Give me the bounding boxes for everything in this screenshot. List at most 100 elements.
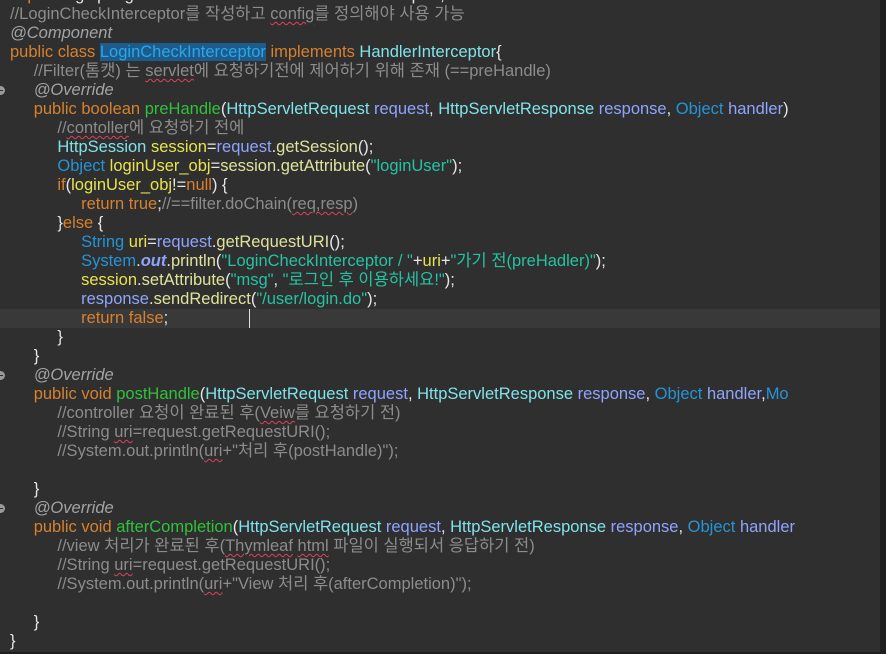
code-editor[interactable]: import org.springframework.web.servlet.H… [0,0,880,652]
code-token: @Override [33,366,114,384]
code-text: public boolean preHandle(HttpServletRequ… [34,100,794,119]
code-line[interactable]: response.sendRedirect("/user/login.do"); [0,290,880,309]
code-text: } [57,328,63,347]
code-token: , [678,518,688,536]
code-text: //String uri=request.getRequestURI(); [57,556,330,575]
code-token: HttpServletRequest [226,100,374,118]
code-token: getSession [276,138,358,156]
code-line[interactable]: public void afterCompletion(HttpServletR… [0,518,880,537]
code-line[interactable]: HttpSession session=request.getSession()… [0,138,880,157]
code-token: postHandle [116,385,200,403]
code-token: ) { [211,176,228,194]
code-token: { [496,43,502,61]
code-lines: import org.springframework.web.servlet.H… [0,0,880,651]
code-text: HttpSession session=request.getSession()… [57,138,373,157]
code-token: @Override [33,81,114,99]
code-line[interactable]: } [0,480,880,499]
code-token: ); [452,157,463,175]
code-token: } [57,328,63,346]
code-token: +"처리 후(postHandle)"); [222,442,399,460]
code-line[interactable]: }else { [0,214,880,233]
code-line[interactable]: //String uri=request.getRequestURI(); [0,556,880,575]
code-token: (); [357,138,374,156]
code-token: request [156,233,212,251]
code-line[interactable]: @Override [0,366,880,385]
code-token: //System.out.println( [57,442,205,460]
code-token: } [33,347,40,365]
code-token: import [10,0,60,4]
code-line[interactable]: //System.out.println(uri+"처리 후(postHandl… [0,442,880,461]
code-token: 에 요청하기 전에 [128,119,245,137]
fold-collapse-icon[interactable] [0,504,5,513]
code-token: return true [81,195,158,213]
code-line[interactable]: //LoginCheckInterceptor를 작성하고 config를 정의… [0,5,880,24]
code-line[interactable]: //controller 요청이 완료된 후(Veiw를 요청하기 전) [0,404,880,423]
code-line[interactable]: } [0,613,880,632]
code-text: Object loginUser_obj=session.getAttribut… [57,157,462,176]
code-token: public class [10,43,100,61]
code-token: response [81,290,149,308]
code-token: , [429,100,439,118]
code-text: } [10,632,16,651]
code-line[interactable]: //view 처리가 완료된 후(Thymleaf html 파일이 실행되서 … [0,537,880,556]
code-line[interactable]: @Override [0,81,880,100]
code-token: , [440,518,451,536]
code-token: setAttribute [141,271,226,289]
code-line[interactable]: public class LoginCheckInterceptor imple… [0,43,880,62]
code-text: return false; [81,309,168,328]
code-line[interactable]: System.out.println("LoginCheckIntercepto… [0,252,880,271]
code-token: Mo [765,385,789,403]
code-text: String uri=request.getRequestURI(); [81,233,345,252]
code-line[interactable]: return true;//==filter.doChain(req,resp) [0,195,880,214]
code-token: = [147,233,157,251]
code-token: //controller 요청이 완료된 후( [57,404,260,422]
code-token: handler [739,518,795,536]
code-token: + [412,252,423,270]
code-line[interactable]: //System.out.println(uri+"View 처리 후(afte… [0,575,880,594]
code-token: ) [352,195,359,213]
code-token: ); [595,252,606,270]
code-line[interactable]: String uri=request.getRequestURI(); [0,233,880,252]
code-token: //System.out.println( [57,575,205,593]
code-token: sendRedirect [153,290,251,308]
code-line[interactable]: //contoller에 요청하기 전에 [0,119,880,138]
code-line[interactable]: public boolean preHandle(HttpServletRequ… [0,100,880,119]
code-token: config [270,5,315,23]
code-line[interactable]: } [0,632,880,651]
code-line[interactable]: } [0,347,880,366]
code-token: System [81,252,137,270]
code-line[interactable]: return false; [0,309,880,328]
code-line[interactable]: //String uri=request.getRequestURI(); [0,423,880,442]
code-line[interactable] [0,461,880,480]
code-token: = [206,138,217,156]
code-token: handler [728,100,784,118]
code-line[interactable]: //Filter(톰캣) 는 servlet에 요청하기전에 제어하기 위해 존… [0,62,880,81]
code-line[interactable]: } [0,328,880,347]
code-token: ; [163,309,169,327]
code-token: } [10,632,16,650]
code-token: uri [422,252,441,270]
code-text: @Override [34,499,114,518]
code-token: =request.getRequestURI(); [132,556,331,574]
code-text: //System.out.println(uri+"처리 후(postHandl… [57,442,398,461]
code-line[interactable]: @Component [0,24,880,43]
code-token: //view 처리가 완료된 후( [57,537,226,555]
code-token: Object [57,157,110,175]
vertical-scrollbar[interactable] [880,0,886,654]
code-token: +"View 처리 후(afterCompletion)"); [222,575,472,593]
fold-collapse-icon[interactable] [0,371,5,380]
code-token: "msg" [230,271,274,289]
code-line[interactable] [0,594,880,613]
fold-collapse-icon[interactable] [0,86,5,95]
code-line[interactable]: Object loginUser_obj=session.getAttribut… [0,157,880,176]
code-token: 를 요청하기 전) [294,404,401,422]
selected-text: LoginCheckInterceptor [99,43,266,61]
code-line[interactable]: @Override [0,499,880,518]
code-token: , [273,271,283,289]
code-text: @Override [34,81,114,100]
code-line[interactable]: public void postHandle(HttpServletReques… [0,385,880,404]
code-line[interactable]: session.setAttribute("msg", "로그인 후 이용하세요… [0,271,880,290]
code-text: public void afterCompletion(HttpServletR… [34,518,795,537]
code-token: Object [654,385,707,403]
code-line[interactable]: if(loginUser_obj!=null) { [0,176,880,195]
